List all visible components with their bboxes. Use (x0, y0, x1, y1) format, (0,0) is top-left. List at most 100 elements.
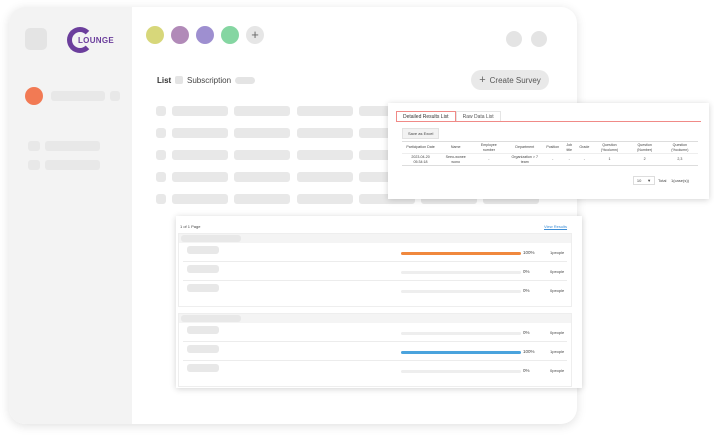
row-divider (183, 261, 567, 262)
percent-label: 0% (523, 288, 530, 293)
chevron-down-icon: ▼ (647, 178, 652, 183)
progress-fill (401, 351, 521, 354)
count-label: 1people (550, 250, 565, 255)
window-control[interactable] (506, 31, 522, 47)
column-header: Question (Number) (637, 143, 653, 152)
table-cell: 2023-04-20 05:34:18 (411, 155, 430, 164)
column-header: Position (546, 145, 560, 150)
sidebar-active-dot[interactable] (25, 87, 43, 105)
list-cell-placeholder (234, 194, 290, 204)
progress-fill (401, 252, 521, 255)
count-label: 1people (550, 349, 565, 354)
list-cell-placeholder (156, 128, 166, 138)
table-cell: - (583, 157, 585, 162)
list-cell-placeholder (297, 172, 353, 182)
list-cell-placeholder (234, 106, 290, 116)
sidebar-item-placeholder[interactable] (45, 141, 100, 151)
list-cell-placeholder (156, 150, 166, 160)
percent-label: 0% (523, 269, 530, 274)
color-swatch[interactable] (221, 26, 239, 44)
color-swatch[interactable] (171, 26, 189, 44)
list-cell-placeholder (297, 194, 353, 204)
option-label-placeholder (187, 246, 219, 254)
column-header: Grade (579, 145, 590, 150)
total-count: 1(case(s)) (671, 178, 690, 183)
list-cell-placeholder (156, 194, 166, 204)
logo-text: LOUNGE (78, 36, 115, 45)
page-info: 1 of 1 Page (180, 224, 201, 229)
summary-panel: 1 of 1 Page View Results 100% 1people 0% 0p… (176, 216, 582, 388)
list-cell-placeholder (172, 150, 228, 160)
question-title-placeholder (181, 235, 241, 242)
list-cell-placeholder (297, 128, 353, 138)
sidebar-item-icon (28, 160, 40, 170)
sidebar-item-placeholder (110, 91, 120, 101)
table-cell: 2 (643, 157, 646, 162)
plus-icon[interactable]: + (246, 26, 264, 44)
color-swatch[interactable] (196, 26, 214, 44)
column-header: Department (515, 145, 535, 150)
checkbox[interactable] (175, 76, 183, 84)
progress-bar (401, 332, 521, 335)
column-header: Question (%column) (600, 143, 619, 152)
count-label: 0people (550, 288, 565, 293)
option-label-placeholder (187, 284, 219, 292)
tab-list[interactable]: List (157, 76, 171, 85)
column-header: Job title (566, 143, 573, 152)
count-label: 0people (550, 330, 565, 335)
list-cell-placeholder (172, 172, 228, 182)
option-label-placeholder (187, 326, 219, 334)
column-header: Employee number (480, 143, 497, 152)
table-cell: - (552, 157, 554, 162)
row-divider (183, 360, 567, 361)
table-cell: - (568, 157, 570, 162)
option-label-placeholder (187, 364, 219, 372)
table-cell: Seeo-wonee wono (445, 155, 466, 164)
color-swatch[interactable] (146, 26, 164, 44)
table-cell: - (488, 157, 490, 162)
question-title-placeholder (181, 315, 241, 322)
question-group: 100% 1people 0% 0people 0% 0people (178, 233, 572, 307)
count-label: 0people (550, 368, 565, 373)
sidebar-item-icon (28, 141, 40, 151)
tab-underline (396, 121, 701, 122)
sidebar (9, 7, 132, 424)
list-cell-placeholder (234, 128, 290, 138)
results-panel: Detailed Results List Raw Data List Save… (388, 103, 709, 199)
list-cell-placeholder (234, 172, 290, 182)
percent-label: 0% (523, 330, 530, 335)
question-group: 0% 0people 100% 1people 0% 0people (178, 313, 572, 387)
list-cell-placeholder (297, 150, 353, 160)
plus-icon: + (479, 74, 486, 86)
toggle[interactable] (235, 77, 255, 84)
window-control[interactable] (531, 31, 547, 47)
column-header: Participation Date (406, 145, 435, 150)
create-survey-button[interactable]: + Create Survey (471, 70, 549, 90)
save-excel-button[interactable]: Save as Excel (402, 128, 440, 139)
results-table-wrap: Participation Date Name Employee number Dep… (402, 141, 698, 166)
list-cell-placeholder (172, 106, 228, 116)
list-cell-placeholder (172, 194, 228, 204)
sidebar-item-placeholder[interactable] (45, 160, 100, 170)
table-cell: 2,3 (677, 157, 683, 162)
table-cell: 1 (608, 157, 611, 162)
progress-bar (401, 290, 521, 293)
table-cell: Organization > 7 team (511, 155, 539, 164)
list-cell-placeholder (156, 106, 166, 116)
page-size-value: 10 (636, 178, 642, 183)
page-size-select[interactable]: 10 ▼ (633, 176, 655, 185)
option-label-placeholder (187, 265, 219, 273)
view-results-link[interactable]: View Results (544, 224, 567, 229)
menu-icon[interactable] (25, 28, 47, 50)
results-table: Participation Date Name Employee number Dep… (402, 142, 698, 165)
percent-label: 100% (523, 250, 535, 255)
sidebar-item-placeholder[interactable] (51, 91, 105, 101)
row-divider (183, 280, 567, 281)
table-row[interactable]: 2023-04-20 05:34:18 Seeo-wonee wono - Organ… (402, 153, 698, 166)
list-cell-placeholder (297, 106, 353, 116)
tab-subscription[interactable]: Subscription (187, 76, 231, 85)
progress-bar (401, 271, 521, 274)
create-survey-label: Create Survey (489, 75, 541, 85)
total-label: Total (658, 178, 667, 183)
progress-bar (401, 370, 521, 373)
